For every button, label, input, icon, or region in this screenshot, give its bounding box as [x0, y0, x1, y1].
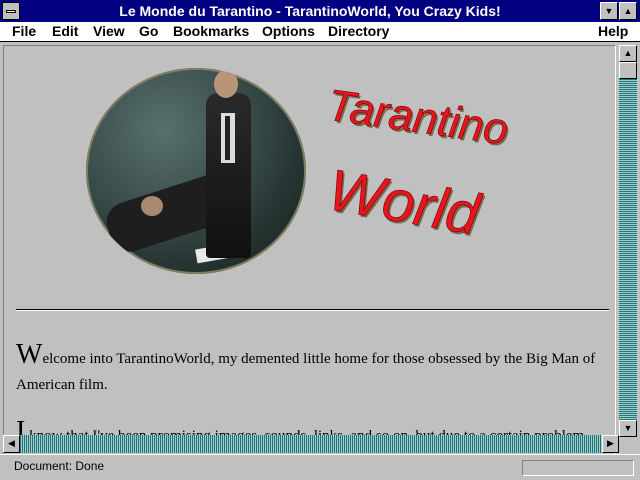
- status-bar: Document: Done: [0, 454, 640, 480]
- progress-indicator: [522, 460, 634, 476]
- status-text: Document: Done: [14, 459, 105, 473]
- menu-bar: File Edit View Go Bookmarks Options Dire…: [0, 22, 640, 42]
- minimize-button[interactable]: ▼: [600, 2, 618, 20]
- scroll-down-button[interactable]: ▼: [619, 420, 637, 437]
- scroll-left-button[interactable]: ◀: [3, 435, 20, 453]
- horizontal-rule: [16, 309, 609, 311]
- menu-go[interactable]: Go: [139, 22, 158, 41]
- paragraph-welcome: Welcome into TarantinoWorld, my demented…: [16, 339, 606, 398]
- scroll-right-arrow-icon: ▶: [607, 438, 614, 448]
- maximize-arrow-icon: ▲: [623, 6, 633, 16]
- scroll-up-arrow-icon: ▲: [623, 48, 633, 58]
- scroll-right-button[interactable]: ▶: [602, 435, 619, 453]
- minimize-arrow-icon: ▼: [604, 6, 614, 16]
- browser-frame: Tarantino Tarantino World World Welcome …: [0, 42, 640, 480]
- scroll-up-button[interactable]: ▲: [619, 45, 637, 62]
- vertical-scroll-thumb[interactable]: [619, 62, 637, 79]
- menu-view[interactable]: View: [93, 22, 125, 41]
- title-bar: Le Monde du Tarantino - TarantinoWorld, …: [0, 0, 640, 22]
- system-menu-icon[interactable]: [2, 2, 20, 20]
- menu-edit[interactable]: Edit: [52, 22, 78, 41]
- welcome-text: elcome into TarantinoWorld, my demented …: [16, 351, 596, 393]
- menu-file[interactable]: File: [12, 22, 36, 41]
- drop-cap-w: W: [16, 339, 43, 370]
- horizontal-scrollbar[interactable]: ◀ ▶: [3, 435, 619, 453]
- window-title: Le Monde du Tarantino - TarantinoWorld, …: [119, 3, 501, 19]
- menu-bookmarks[interactable]: Bookmarks: [173, 22, 249, 41]
- logo-line2: World: [324, 157, 486, 248]
- maximize-button[interactable]: ▲: [619, 2, 637, 20]
- page-content[interactable]: Tarantino Tarantino World World Welcome …: [3, 45, 616, 478]
- menu-directory[interactable]: Directory: [328, 22, 389, 41]
- menu-help[interactable]: Help: [598, 22, 628, 41]
- scroll-down-arrow-icon: ▼: [623, 423, 633, 433]
- menu-options[interactable]: Options: [262, 22, 315, 41]
- tarantino-world-logo: Tarantino Tarantino World World: [323, 86, 513, 250]
- scroll-left-arrow-icon: ◀: [8, 438, 15, 448]
- reservoir-dogs-photo: [86, 68, 306, 274]
- vertical-scrollbar[interactable]: ▲ ▼: [619, 45, 637, 437]
